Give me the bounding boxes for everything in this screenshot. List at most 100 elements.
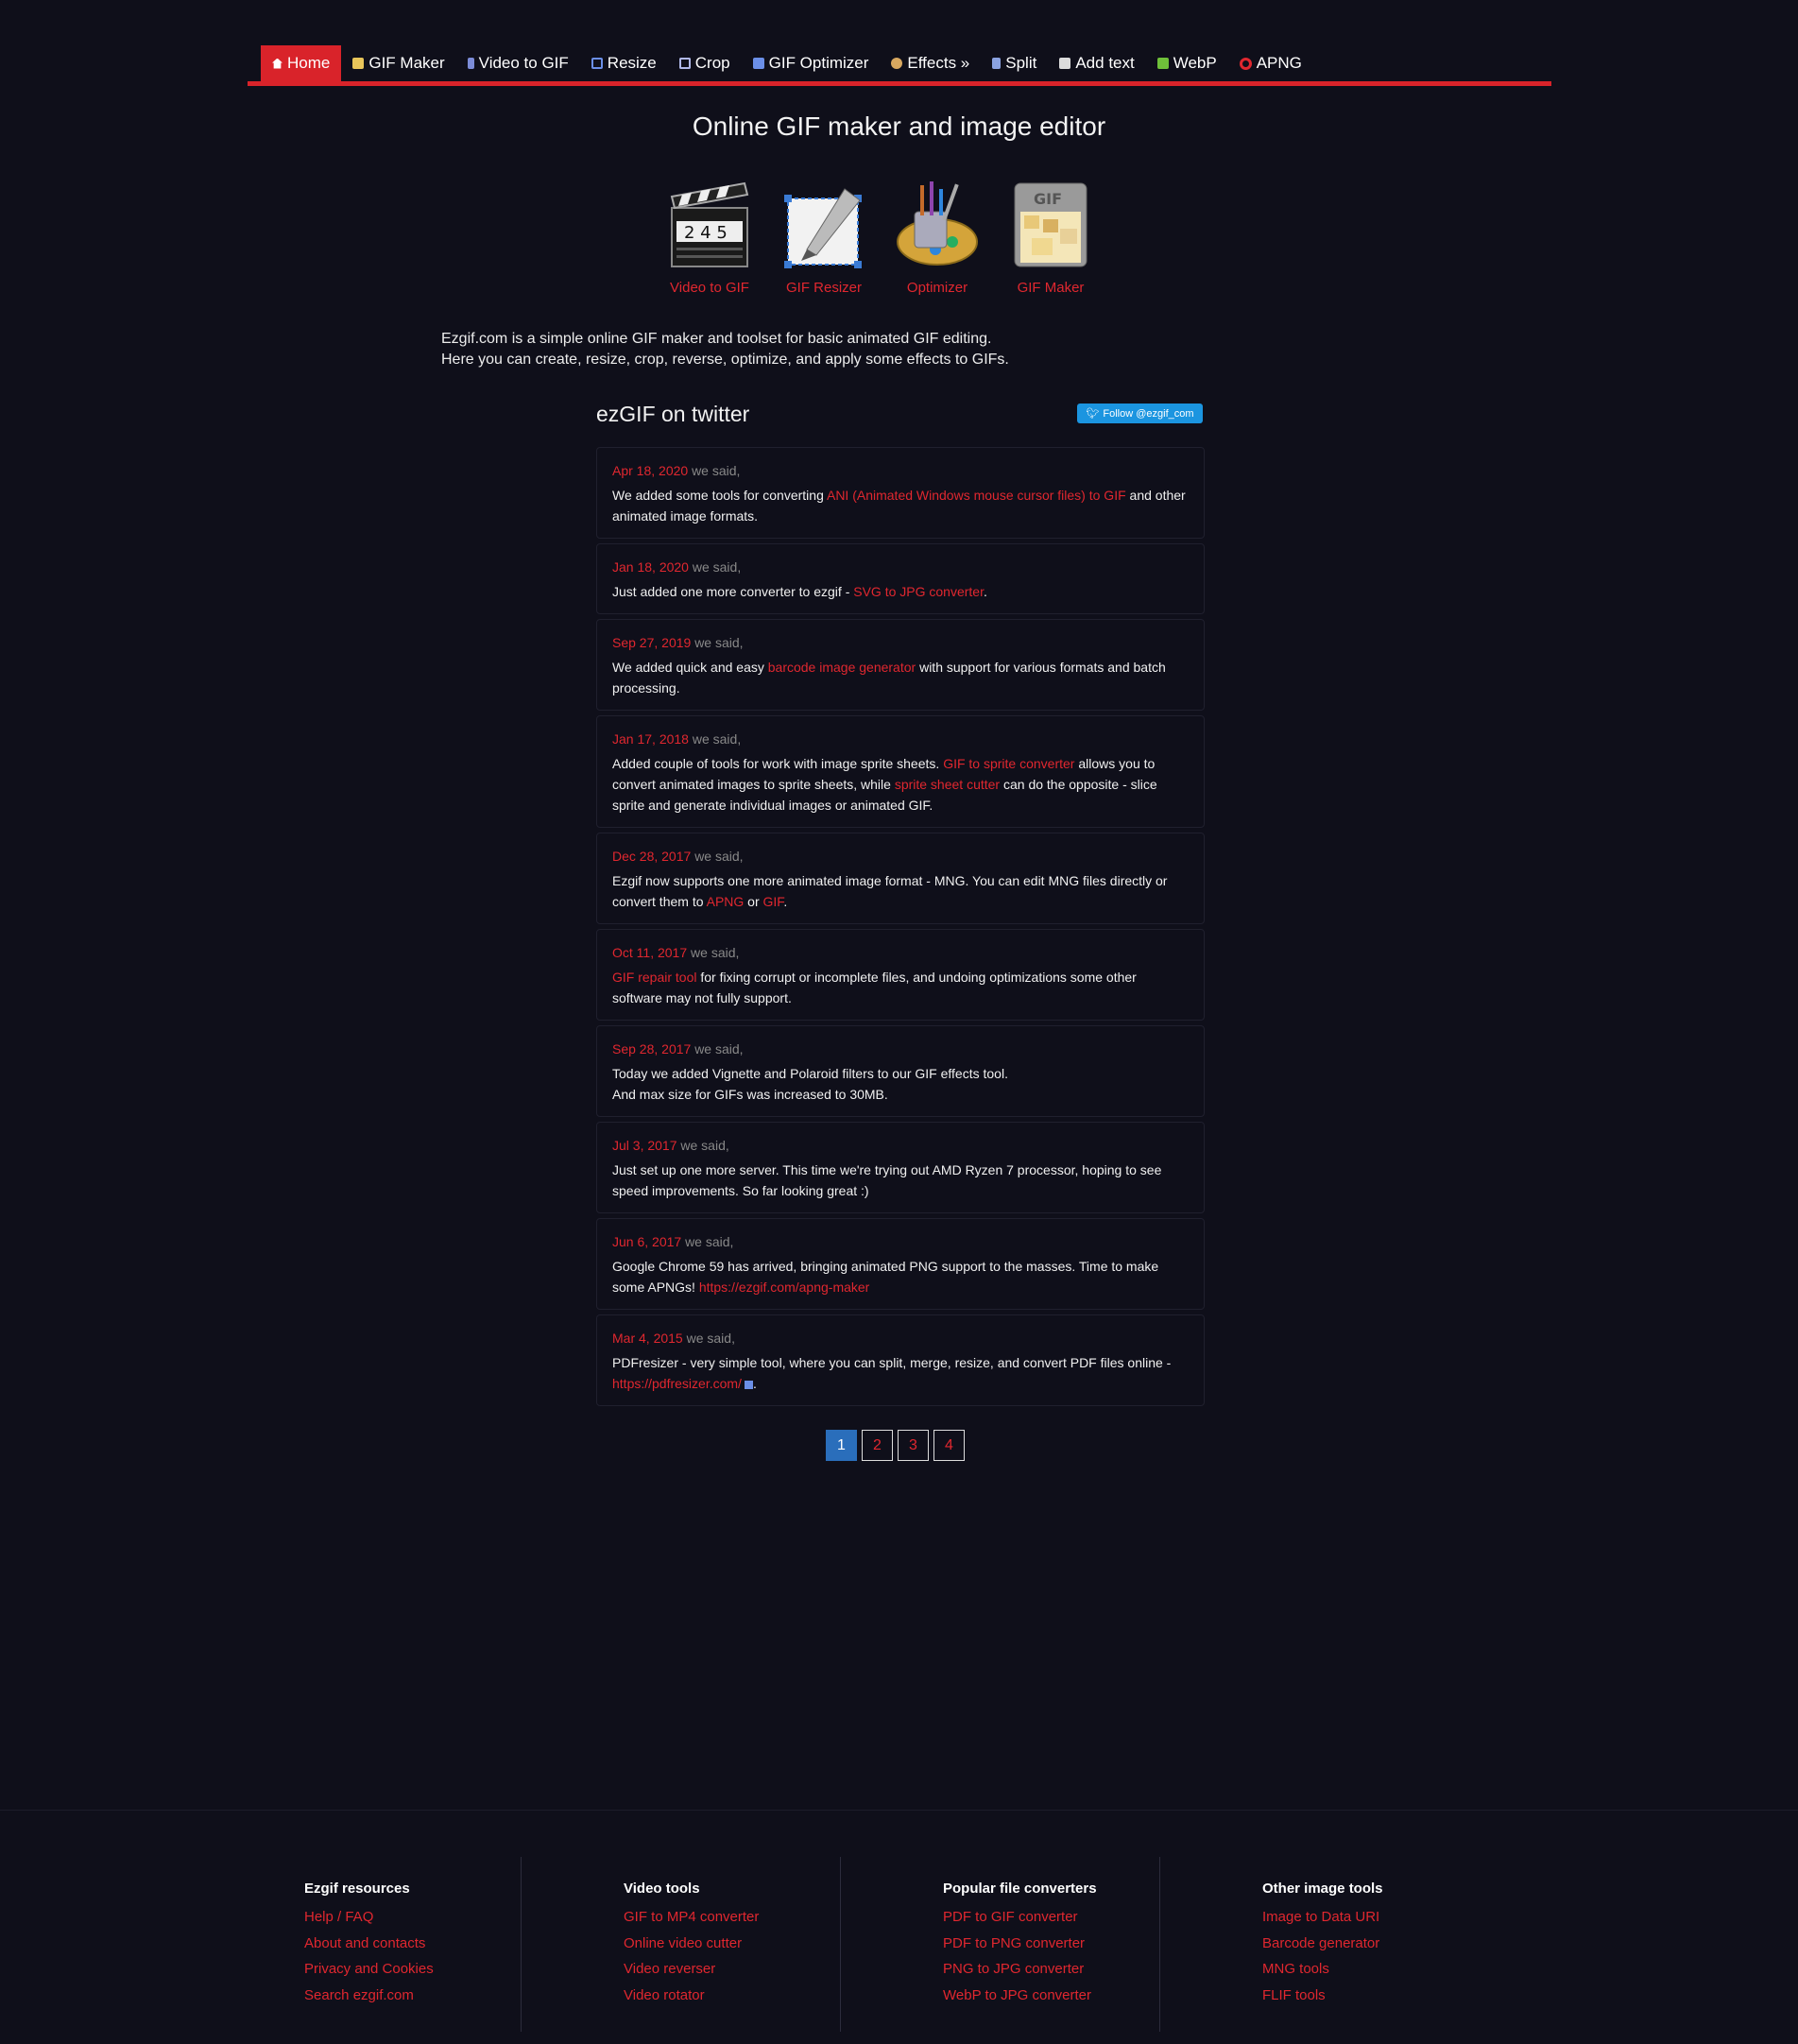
nav-item-apng[interactable]: APNG <box>1228 45 1313 81</box>
nav-item-label: Video to GIF <box>478 54 569 72</box>
home-icon <box>272 58 283 69</box>
nav-item-gif-optimizer[interactable]: GIF Optimizer <box>742 45 881 81</box>
footer-link[interactable]: Online video cutter <box>624 1931 759 1957</box>
tool-label: GIF Maker <box>1017 280 1085 296</box>
footer-link[interactable]: PDF to GIF converter <box>943 1904 1097 1931</box>
tweet-link[interactable]: GIF to sprite converter <box>943 756 1074 771</box>
tweet-meta: Oct 11, 2017 we said, <box>612 942 1189 963</box>
footer-link[interactable]: Video reverser <box>624 1956 759 1983</box>
tweet-link[interactable]: SVG to JPG converter <box>853 584 984 599</box>
footer-link[interactable]: FLIF tools <box>1262 1983 1383 2009</box>
tweet-link[interactable]: barcode image generator <box>768 660 916 675</box>
tweet-text: Google Chrome 59 has arrived, bringing a… <box>612 1259 1159 1295</box>
tweet-link[interactable]: https://ezgif.com/apng-maker <box>699 1280 870 1295</box>
tweet-link[interactable]: GIF <box>763 894 784 909</box>
split-icon <box>992 58 1002 69</box>
tweet-date[interactable]: Sep 27, 2019 <box>612 635 691 650</box>
nav-item-home[interactable]: Home <box>261 45 342 81</box>
tweet: Apr 18, 2020 we said, We added some tool… <box>596 447 1205 539</box>
footer-link[interactable]: Privacy and Cookies <box>304 1956 434 1983</box>
tweet-said: we said, <box>694 1041 744 1056</box>
footer-link[interactable]: Search ezgif.com <box>304 1983 434 2009</box>
tweet-date[interactable]: Oct 11, 2017 <box>612 945 687 960</box>
tweet-date[interactable]: Apr 18, 2020 <box>612 463 688 478</box>
footer-link[interactable]: PDF to PNG converter <box>943 1931 1097 1957</box>
clapperboard-icon: 2 4 5 <box>670 181 749 267</box>
tweet-link[interactable]: APNG <box>707 894 745 909</box>
tweet-date[interactable]: Jan 18, 2020 <box>612 559 689 575</box>
page-button-4[interactable]: 4 <box>933 1430 965 1461</box>
footer-column-title: Video tools <box>624 1881 700 1897</box>
footer-link[interactable]: Help / FAQ <box>304 1904 434 1931</box>
text-icon <box>1059 58 1071 69</box>
footer-link[interactable]: About and contacts <box>304 1931 434 1957</box>
tweet-said: we said, <box>692 463 741 478</box>
tweet-link[interactable]: https://pdfresizer.com/ <box>612 1376 742 1391</box>
tweet-said: we said, <box>692 731 742 747</box>
page-title: Online GIF maker and image editor <box>692 112 1106 141</box>
nav-item-effects[interactable]: Effects » <box>880 45 981 81</box>
tweet-body: GIF repair tool for fixing corrupt or in… <box>612 967 1189 1008</box>
svg-text:2 4 5: 2 4 5 <box>684 223 728 243</box>
page-button-1[interactable]: 1 <box>826 1430 857 1461</box>
tweet-text: Added couple of tools for work with imag… <box>612 756 944 771</box>
tweet-date[interactable]: Dec 28, 2017 <box>612 849 691 864</box>
tweet-body: Added couple of tools for work with imag… <box>612 753 1189 816</box>
tweet-date[interactable]: Mar 4, 2015 <box>612 1331 683 1346</box>
intro-line: Ezgif.com is a simple online GIF maker a… <box>441 331 992 347</box>
footer-column-popular-converters: Popular file converters PDF to GIF conve… <box>943 1881 1097 2008</box>
footer-link[interactable]: Barcode generator <box>1262 1931 1383 1957</box>
footer-link[interactable]: WebP to JPG converter <box>943 1983 1097 2009</box>
tweet-body: Just added one more converter to ezgif -… <box>612 581 1189 602</box>
tweet-date[interactable]: Jun 6, 2017 <box>612 1234 681 1249</box>
tweet-said: we said, <box>692 559 742 575</box>
tweet-meta: Jun 6, 2017 we said, <box>612 1231 1189 1252</box>
tweet-text: . <box>783 894 788 909</box>
follow-twitter-button[interactable]: 🐦︎ Follow @ezgif_com <box>1077 404 1203 423</box>
nav-item-add-text[interactable]: Add text <box>1048 45 1145 81</box>
tweet-date[interactable]: Jul 3, 2017 <box>612 1138 677 1153</box>
tool-optimizer[interactable]: Optimizer <box>885 180 989 296</box>
footer-link[interactable]: PNG to JPG converter <box>943 1956 1097 1983</box>
tweet-said: we said, <box>694 849 744 864</box>
twitter-header: ezGIF on twitter 🐦︎ Follow @ezgif_com <box>596 402 1203 434</box>
tweet-link[interactable]: ANI (Animated Windows mouse cursor files… <box>827 488 1126 503</box>
webp-icon <box>1156 58 1169 69</box>
nav-item-crop[interactable]: Crop <box>668 45 742 81</box>
nav-item-resize[interactable]: Resize <box>580 45 668 81</box>
footer-link[interactable]: Image to Data URI <box>1262 1904 1383 1931</box>
nav-item-split[interactable]: Split <box>981 45 1048 81</box>
footer-link[interactable]: Video rotator <box>624 1983 759 2009</box>
nav-item-gif-maker[interactable]: GIF Maker <box>341 45 455 81</box>
page-button-2[interactable]: 2 <box>862 1430 893 1461</box>
tweet-said: we said, <box>680 1138 729 1153</box>
film-icon <box>467 58 474 69</box>
tweet-meta: Sep 28, 2017 we said, <box>612 1039 1189 1059</box>
tweet-meta: Jan 18, 2020 we said, <box>612 557 1189 577</box>
crop-icon <box>678 58 691 69</box>
tool-gif-maker[interactable]: GIF GIF Maker <box>999 180 1103 296</box>
tweet-link[interactable]: sprite sheet cutter <box>895 777 1000 792</box>
tweet-text: Just added one more converter to ezgif - <box>612 584 854 599</box>
gif-document-icon: GIF <box>1014 182 1087 267</box>
footer-link[interactable]: MNG tools <box>1262 1956 1383 1983</box>
twitter-bird-icon: 🐦︎ <box>1086 408 1100 420</box>
tweet-text: Just set up one more server. This time w… <box>612 1162 1162 1198</box>
tweet-link[interactable]: GIF repair tool <box>612 970 696 985</box>
footer-link[interactable]: GIF to MP4 converter <box>624 1904 759 1931</box>
resize-icon <box>591 58 603 69</box>
footer-column-other-image-tools: Other image tools Image to Data URI Barc… <box>1262 1881 1383 2008</box>
footer-column-ezgif-resources: Ezgif resources Help / FAQ About and con… <box>304 1881 434 2008</box>
tweet-body: Just set up one more server. This time w… <box>612 1159 1189 1201</box>
tweet-date[interactable]: Sep 28, 2017 <box>612 1041 691 1056</box>
tweet-date[interactable]: Jan 17, 2018 <box>612 731 689 747</box>
tweet-text: Ezgif now supports one more animated ima… <box>612 873 1168 909</box>
tool-video-to-gif[interactable]: 2 4 5 Video to GIF <box>658 180 762 296</box>
nav-item-webp[interactable]: WebP <box>1146 45 1228 81</box>
tweet: Jun 6, 2017 we said, Google Chrome 59 ha… <box>596 1218 1205 1310</box>
nav-item-label: Split <box>1005 54 1037 72</box>
footer-column-title: Other image tools <box>1262 1881 1383 1897</box>
page-button-3[interactable]: 3 <box>898 1430 929 1461</box>
tool-gif-resizer[interactable]: GIF Resizer <box>772 180 876 296</box>
nav-item-video-to-gif[interactable]: Video to GIF <box>456 45 580 81</box>
